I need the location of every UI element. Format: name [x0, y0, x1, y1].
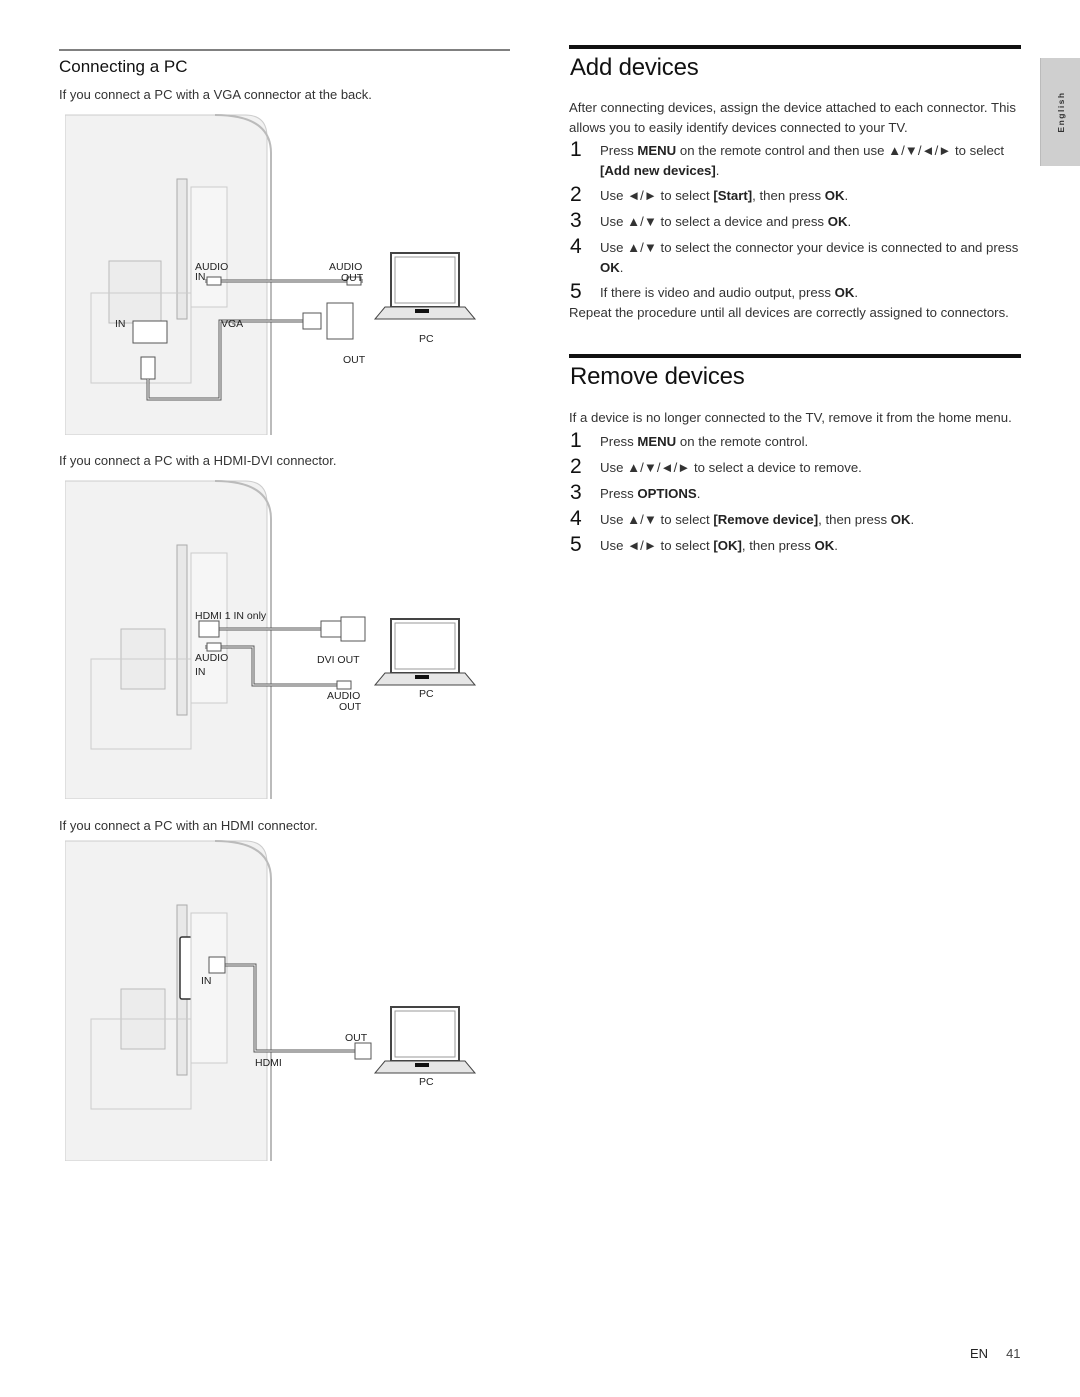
step-number: 3: [570, 209, 582, 232]
label-in: IN: [201, 975, 212, 987]
add-devices-intro: After connecting devices, assign the dev…: [569, 100, 1016, 135]
label-audio-out-2: OUT: [341, 272, 364, 284]
step-number: 4: [570, 235, 582, 258]
step-number: 5: [570, 280, 582, 303]
hdmi-connection-diagram: IN OUT HDMI PC: [65, 840, 477, 1161]
step-text: Use ◄/► to select [Start], then press OK…: [600, 188, 849, 203]
vga-connection-diagram: AUDIO IN AUDIO OUT IN VGA OUT PC: [65, 114, 477, 435]
page-number: 41: [1006, 1346, 1021, 1361]
label-audio-in-2: IN: [195, 666, 206, 678]
step-item: 2 Use ◄/► to select [Start], then press O…: [569, 184, 1021, 206]
laptop-icon: [373, 1006, 477, 1074]
label-audio-in-2: IN: [195, 271, 206, 283]
remove-devices-title: Remove devices: [570, 363, 745, 390]
label-pc: PC: [419, 333, 434, 345]
step-number: 1: [570, 138, 582, 161]
label-vga: VGA: [221, 318, 243, 330]
footer-lang: EN: [970, 1346, 989, 1361]
label-audio-in: AUDIO: [195, 652, 228, 664]
step-text: Use ▲/▼ to select [Remove device], then …: [600, 511, 915, 527]
label-dvi-out: DVI OUT: [317, 654, 360, 666]
step-item: 1 Press MENU on the remote control.: [569, 428, 1021, 452]
step-number: 4: [570, 506, 582, 530]
section-rule: [569, 45, 1021, 49]
step-item: 2 Use ▲/▼/◄/► to select a device to remov…: [569, 454, 1021, 478]
label-pc: PC: [419, 688, 434, 700]
remove-devices-steps: 1 Press MENU on the remote control. 2 Use ▲…: [569, 428, 1021, 556]
remove-devices-intro: If a device is no longer connected to th…: [569, 410, 1012, 425]
label-hdmi: HDMI: [255, 1057, 282, 1069]
step-item: 1 Press MENU on the remote control and th…: [569, 139, 1021, 180]
step-item: 3 Use ▲/▼ to select a device and press OK…: [569, 210, 1021, 232]
tv-back-illustration: [65, 480, 272, 799]
step-item: 4 Use ▲/▼ to select the connector your de…: [569, 236, 1021, 277]
hdmi-caption: If you connect a PC with an HDMI connect…: [59, 818, 318, 833]
add-devices-steps: 1 Press MENU on the remote control and th…: [569, 139, 1021, 303]
add-devices-outro: Repeat the procedure until all devices a…: [569, 305, 1009, 320]
label-out: OUT: [343, 354, 366, 366]
step-text: Press MENU on the remote control and the…: [600, 143, 1005, 178]
step-item: 5 Use ◄/► to select [OK], then press OK.: [569, 532, 1021, 556]
laptop-icon: [373, 618, 477, 686]
laptop-icon: [373, 252, 477, 320]
vga-caption: If you connect a PC with a VGA connector…: [59, 87, 372, 102]
page-footer: EN 41: [970, 1346, 1021, 1361]
step-number: 5: [570, 532, 582, 556]
step-number: 3: [570, 480, 582, 504]
step-text: Use ◄/► to select [OK], then press OK.: [600, 537, 838, 553]
language-tab: English: [1040, 58, 1080, 166]
step-number: 1: [570, 428, 582, 452]
remove-devices-section: Remove devices If a device is no longer …: [569, 354, 1021, 556]
label-audio-out-2: OUT: [339, 701, 362, 713]
step-item: 3 Press OPTIONS.: [569, 480, 1021, 504]
step-number: 2: [570, 183, 582, 206]
connecting-pc-section: Connecting a PC If you connect a PC with…: [59, 49, 510, 1161]
step-item: 5 If there is video and audio output, pre…: [569, 281, 1021, 303]
label-hdmi: HDMI 1 IN only: [195, 610, 267, 622]
hdmi-dvi-connection-diagram: HDMI 1 IN only DVI OUT AUDIO IN AUDIO OU…: [65, 480, 477, 799]
label-in: IN: [115, 318, 126, 330]
step-text: Use ▲/▼/◄/► to select a device to remove…: [600, 459, 862, 475]
label-pc: PC: [419, 1076, 434, 1088]
tv-back-illustration: [65, 114, 272, 435]
step-number: 2: [570, 454, 582, 478]
hdmi-dvi-caption: If you connect a PC with a HDMI-DVI conn…: [59, 453, 337, 468]
section-rule: [59, 49, 510, 51]
step-item: 4 Use ▲/▼ to select [Remove device], then…: [569, 506, 1021, 530]
step-text: Press MENU on the remote control.: [600, 433, 809, 449]
step-text: Use ▲/▼ to select the connector your dev…: [600, 240, 1019, 275]
step-text: Use ▲/▼ to select a device and press OK.: [600, 214, 852, 229]
step-text: If there is video and audio output, pres…: [600, 285, 859, 300]
label-out: OUT: [345, 1032, 368, 1044]
add-devices-title: Add devices: [570, 54, 699, 81]
section-heading: Connecting a PC: [59, 57, 188, 76]
language-tab-label: English: [1056, 91, 1066, 133]
tv-back-illustration: [65, 840, 272, 1161]
section-rule: [569, 354, 1021, 358]
add-devices-section: Add devices After connecting devices, as…: [569, 45, 1021, 323]
step-text: Press OPTIONS.: [600, 485, 701, 501]
